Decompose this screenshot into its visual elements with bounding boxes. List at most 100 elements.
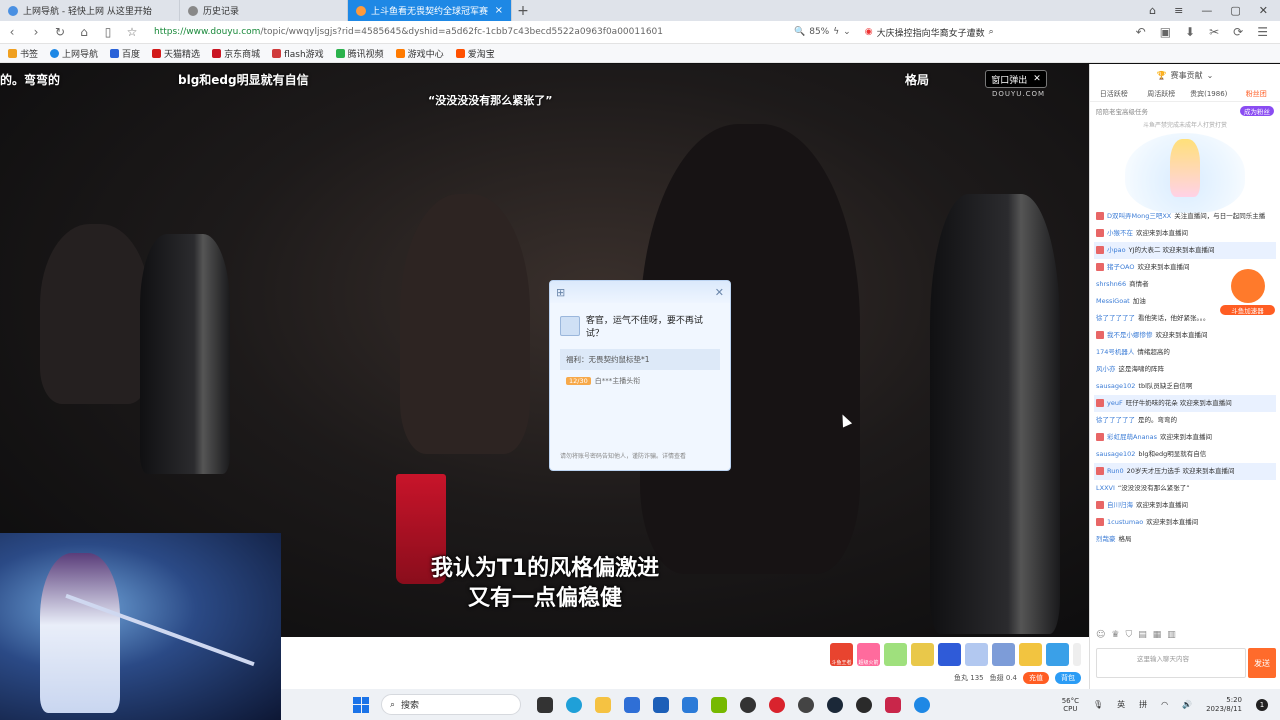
nav-icon [50,48,60,58]
forward-icon[interactable]: › [24,25,48,39]
tab-weekly[interactable]: 周活跃榜 [1138,86,1186,101]
bookmark-item[interactable]: 京东商城 [212,47,260,60]
obs-icon[interactable] [740,696,756,713]
image-icon[interactable]: ▤ [1138,630,1147,640]
search-box[interactable]: ◉ 大庆操控指向华裔女子遭数 ⌕ [865,26,1025,39]
fans-icon[interactable]: ♛ [1111,630,1119,640]
tab-daily[interactable]: 日活跃榜 [1090,86,1138,101]
user-badge-icon [1096,331,1104,339]
bookmark-item[interactable]: 天猫精选 [152,47,200,60]
zoom-indicator[interactable]: 🔍 85% ϟ ⌄ [794,27,851,37]
file-explorer-icon[interactable] [595,696,611,713]
netease-icon[interactable] [769,696,785,713]
gift-item[interactable] [884,643,907,666]
gift-item[interactable] [965,643,988,666]
chat-input[interactable]: 这里输入聊天内容 [1096,648,1246,678]
minimize-icon[interactable]: — [1201,4,1212,17]
chat-message: MessiGoat 加油 [1096,297,1146,305]
windows-logo-icon [361,705,369,713]
maximize-icon[interactable]: ▢ [1230,4,1240,17]
color-icon[interactable]: ▦ [1153,630,1162,640]
store-icon[interactable] [624,696,640,713]
reader-icon[interactable]: ▯ [96,25,120,39]
url-field[interactable]: https://www.douyu.com/topic/wwqyljsgjs?r… [154,27,794,37]
browser-tab-active[interactable]: 上斗鱼看无畏契约全球冠军赛 × [348,0,512,21]
gift-item[interactable] [938,643,961,666]
bookmark-item[interactable]: 爱淘宝 [455,47,495,60]
lightning-icon[interactable]: ϟ [833,27,839,37]
windows-logo-icon [353,696,361,704]
recharge-button[interactable]: 充值 [1023,672,1049,684]
chevron-down-icon[interactable]: ⌄ [843,27,851,37]
restore-icon[interactable]: ⌂ [1149,4,1156,17]
close-tab-icon[interactable]: × [495,5,503,16]
clock[interactable]: 5:20 2023/8/11 [1206,696,1242,714]
edge-icon[interactable] [566,696,582,713]
become-fan-button[interactable]: 成为粉丝 [1240,106,1274,116]
gift-item[interactable] [992,643,1015,666]
douyu-icon [356,5,366,16]
chat-tools: ☺ ♛ ⛉ ▤ ▦ ▥ [1096,630,1176,640]
browser-logo-icon [8,5,18,16]
settings-icon[interactable]: ⟳ [1233,25,1243,39]
taskbar-search[interactable]: ⌕ 搜索 [381,694,521,715]
bookmark-item[interactable]: flash游戏 [272,47,324,60]
search-icon[interactable]: ⌕ [989,27,994,37]
menu-icon[interactable]: ≡ [1174,4,1183,17]
chat-message: 猪子OAO 欢迎来到本直播间 [1094,259,1276,276]
chevron-down-icon[interactable]: ⌄ [1207,71,1214,80]
bookmark-item[interactable]: 百度 [110,47,140,60]
bookmark-item[interactable]: 书签 [8,47,38,60]
browser-tab[interactable]: 历史记录 [180,0,348,21]
gift-item[interactable] [1046,643,1069,666]
send-button[interactable]: 发送 [1248,648,1276,678]
browser-app-icon[interactable] [914,696,930,713]
gift-item[interactable] [1019,643,1042,666]
bookmark-item[interactable]: 腾讯视频 [335,47,384,60]
backpack-button[interactable]: 背包 [1055,672,1081,684]
lottery-result-dialog: ⊞ ✕ 客官，运气不佳呀，要不再试试？ 福利：无畏契约鼠标垫*1 12/30 白… [549,280,731,471]
bookmark-item[interactable]: 游戏中心 [395,47,444,60]
app-icon[interactable] [885,696,901,713]
task-view-icon[interactable] [537,696,553,713]
mail-icon[interactable] [682,696,698,713]
favorite-star-icon[interactable]: ☆ [120,25,144,39]
tools-icon[interactable]: ✂ [1209,25,1219,39]
microphone-icon[interactable]: 🎙 [1093,700,1103,709]
browser-tab[interactable]: 上网导航 - 轻快上网 从这里开始 [0,0,180,21]
tab-vip[interactable]: 贵宾(1986) [1185,86,1233,101]
extension-icon[interactable]: ▣ [1160,25,1171,39]
back-icon[interactable]: ‹ [0,25,24,39]
shield-icon[interactable]: ⛉ [1125,630,1132,640]
close-icon[interactable]: ✕ [715,286,724,299]
popout-button[interactable]: 窗口弹出 ✕ [985,70,1047,88]
wifi-icon[interactable]: ◠ [1161,700,1168,709]
emoji-icon[interactable]: ☺ [1096,630,1105,640]
tab-fans[interactable]: 粉丝团 [1233,86,1280,101]
refresh-icon[interactable]: ↻ [48,25,72,39]
more-icon[interactable]: ☰ [1257,25,1268,39]
app-icon[interactable] [856,696,872,713]
notification-icon[interactable]: 1 [1256,698,1268,711]
volume-icon[interactable]: 🔊 [1182,700,1192,709]
gift-item[interactable] [1073,643,1081,666]
close-icon[interactable]: ✕ [1259,4,1268,17]
ime-mode[interactable]: 拼 [1139,699,1147,710]
home-icon[interactable]: ⌂ [72,25,96,39]
start-button[interactable] [353,696,369,713]
ime-lang[interactable]: 英 [1117,699,1125,710]
bookmark-item[interactable]: 上网导航 [50,47,98,60]
new-tab-button[interactable]: + [512,3,534,19]
download-icon[interactable]: ⬇ [1185,25,1195,39]
chat-settings-icon[interactable]: ▥ [1167,630,1176,640]
app-icon[interactable] [798,696,814,713]
nvidia-icon[interactable] [711,696,727,713]
undo-icon[interactable]: ↶ [1136,25,1146,39]
video-icon [335,48,345,58]
gift-item[interactable]: 超级火箭 [857,643,880,666]
steam-icon[interactable] [827,696,843,713]
close-icon[interactable]: ✕ [1033,74,1041,84]
gift-item[interactable]: 斗鱼王者 [830,643,853,666]
app-icon[interactable] [653,696,669,713]
gift-item[interactable] [911,643,934,666]
